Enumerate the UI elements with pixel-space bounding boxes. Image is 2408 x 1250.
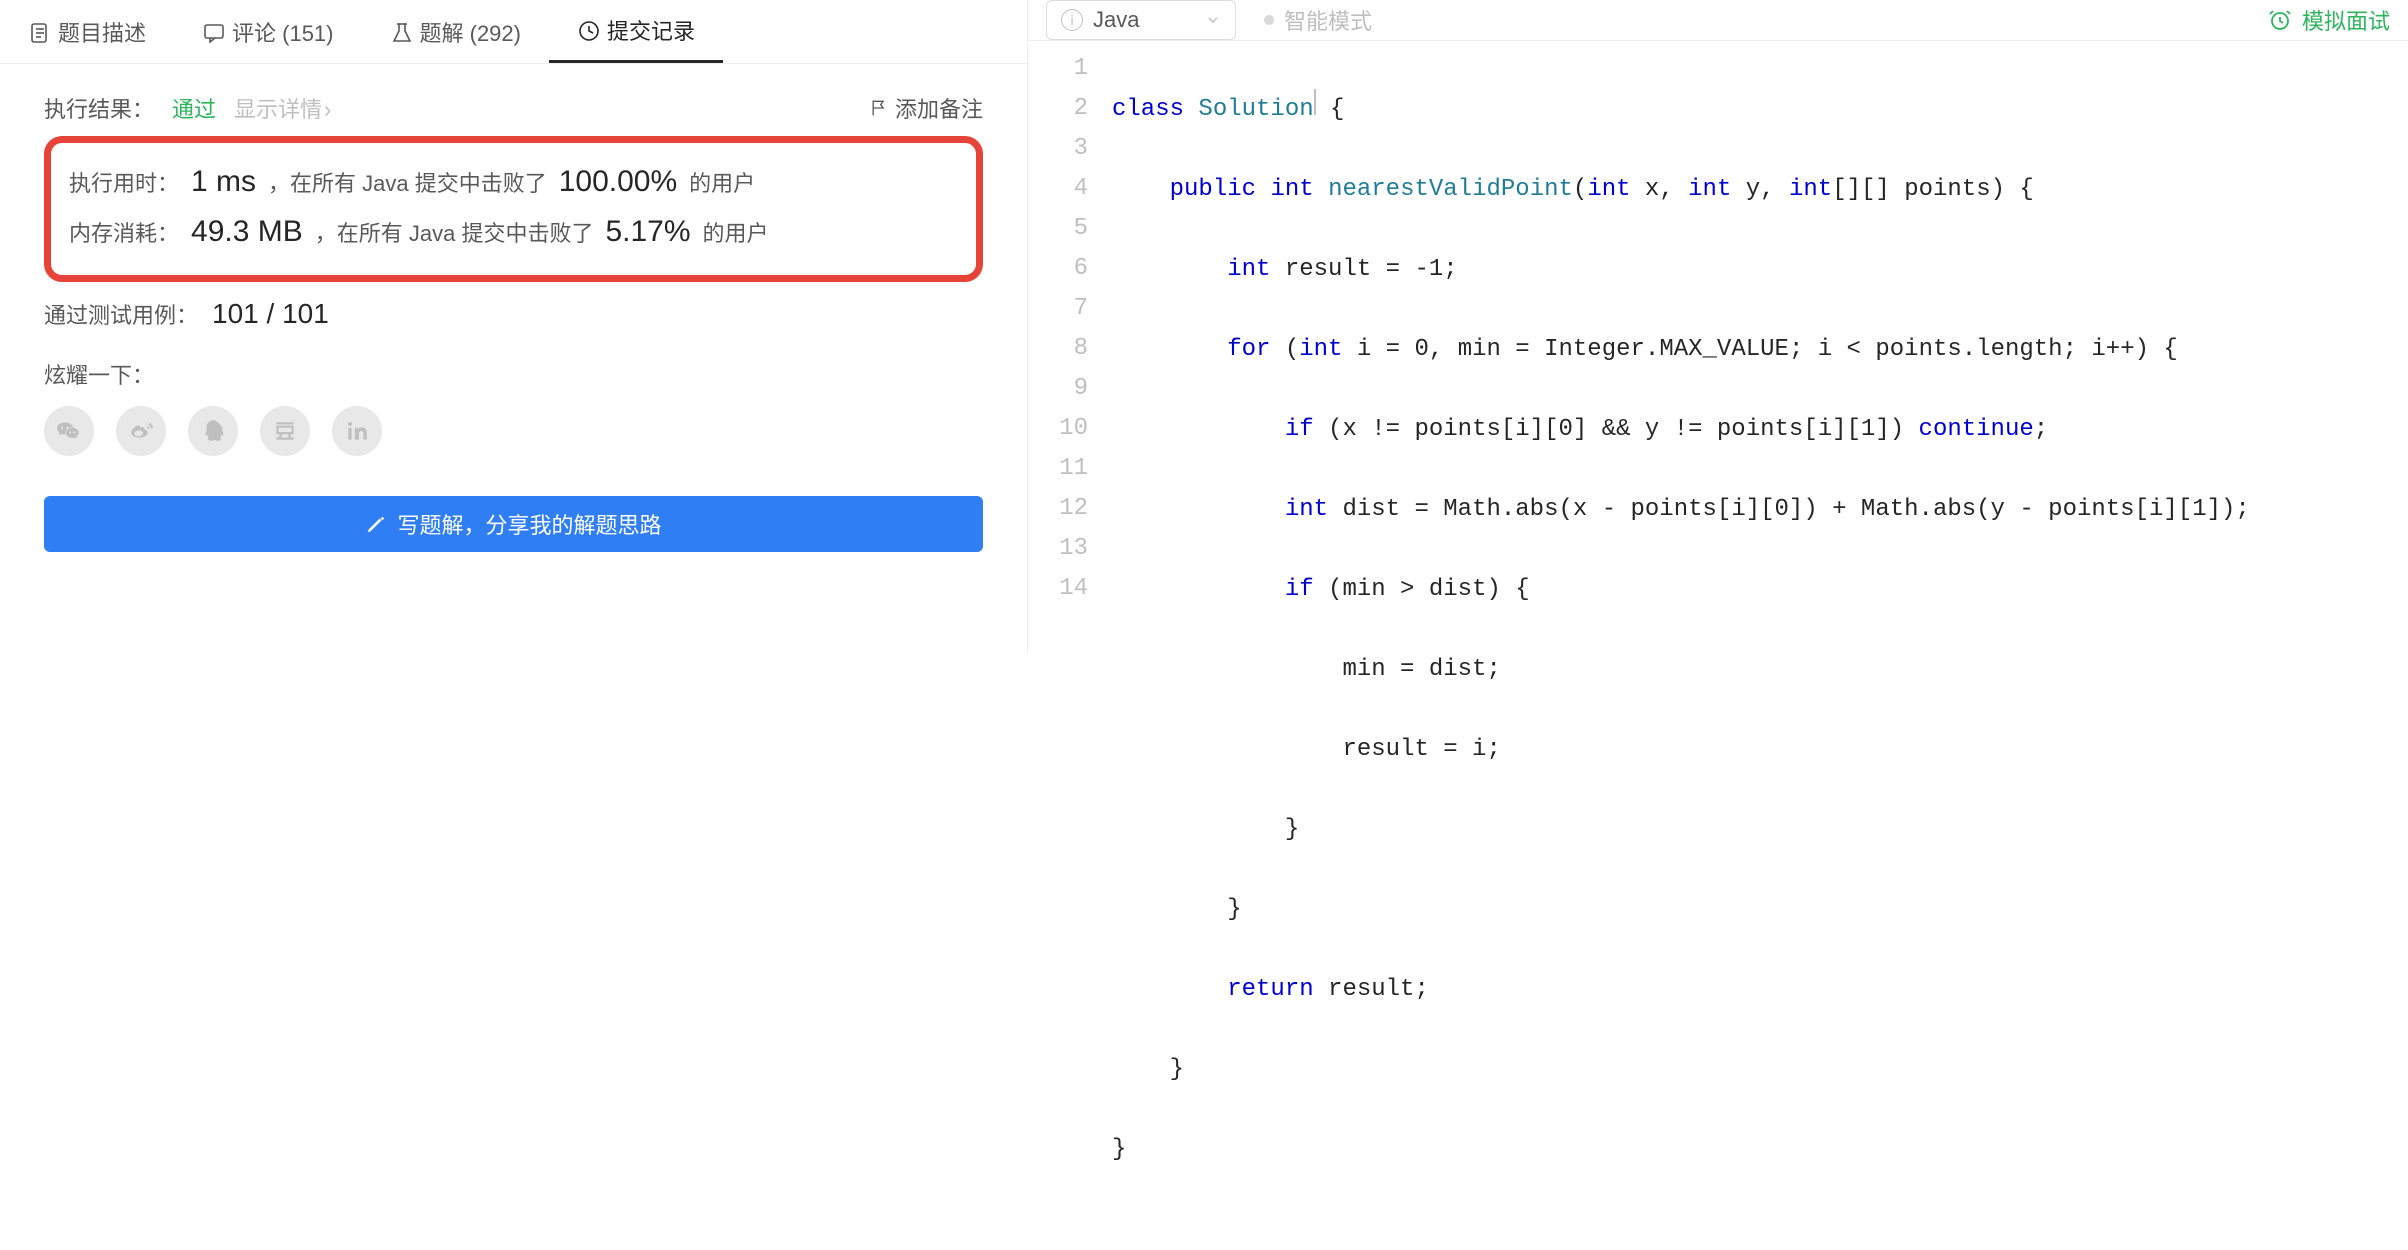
comment-icon <box>202 21 224 43</box>
flask-icon <box>390 21 412 43</box>
tab-submissions[interactable]: 提交记录 <box>549 0 723 63</box>
submission-result: 执行结果： 通过 显示详情› 添加备注 执行用时： 1 ms ，在所有 Java… <box>0 64 1027 654</box>
result-status: 通过 <box>172 92 216 124</box>
left-panel: 题目描述 评论 (151) 题解 (292) 提交记录 执行结果： 通过 显示详… <box>0 0 1028 654</box>
tab-description[interactable]: 题目描述 <box>0 0 174 63</box>
doc-icon <box>28 21 50 43</box>
tab-label: 题目描述 <box>58 16 146 48</box>
code-content[interactable]: class Solution { public int nearestValid… <box>1102 41 2408 1250</box>
code-editor[interactable]: 1234567891011121314 class Solution { pub… <box>1028 41 2408 1250</box>
add-note-button[interactable]: 添加备注 <box>869 92 983 124</box>
share-label: 炫耀一下： <box>44 358 983 390</box>
memory-value: 49.3 MB <box>191 215 303 249</box>
weibo-icon[interactable] <box>116 406 166 456</box>
wechat-icon[interactable] <box>44 406 94 456</box>
show-details-link[interactable]: 显示详情› <box>234 92 331 124</box>
test-cases-row: 通过测试用例： 101 / 101 <box>44 298 983 330</box>
tabs-bar: 题目描述 评论 (151) 题解 (292) 提交记录 <box>0 0 1027 64</box>
tab-label: 题解 (292) <box>420 16 521 48</box>
result-header: 执行结果： 通过 显示详情› 添加备注 <box>44 92 983 124</box>
tab-label: 提交记录 <box>607 14 695 46</box>
tab-label: 评论 (151) <box>232 16 333 48</box>
language-select[interactable]: i Java <box>1046 0 1236 40</box>
linkedin-icon[interactable] <box>332 406 382 456</box>
mock-interview-button[interactable]: 模拟面试 <box>2268 4 2390 36</box>
social-icons <box>44 406 983 456</box>
editor-header: i Java 智能模式 模拟面试 <box>1028 0 2408 41</box>
status-dot-icon <box>1264 15 1274 25</box>
write-solution-button[interactable]: 写题解，分享我的解题思路 <box>44 496 983 552</box>
language-label: Java <box>1093 7 1139 33</box>
right-panel: i Java 智能模式 模拟面试 1234567891011121314 cla… <box>1028 0 2408 654</box>
tab-solutions[interactable]: 题解 (292) <box>362 0 549 63</box>
qq-icon[interactable] <box>188 406 238 456</box>
chevron-down-icon <box>1205 12 1221 28</box>
pencil-icon <box>365 513 387 535</box>
line-gutter: 1234567891011121314 <box>1028 41 1102 1250</box>
result-label: 执行结果： <box>44 92 154 124</box>
history-icon <box>577 19 599 41</box>
memory-line: 内存消耗： 49.3 MB ，在所有 Java 提交中击败了 5.17% 的用户 <box>65 207 962 257</box>
douban-icon[interactable] <box>260 406 310 456</box>
smart-mode-toggle[interactable]: 智能模式 <box>1264 4 1372 36</box>
alarm-icon <box>2268 8 2292 32</box>
test-cases-value: 101 / 101 <box>212 298 329 330</box>
runtime-value: 1 ms <box>191 165 256 199</box>
info-icon: i <box>1061 9 1083 31</box>
stats-highlight-box: 执行用时： 1 ms ，在所有 Java 提交中击败了 100.00% 的用户 … <box>44 136 983 282</box>
tab-comments[interactable]: 评论 (151) <box>174 0 361 63</box>
runtime-line: 执行用时： 1 ms ，在所有 Java 提交中击败了 100.00% 的用户 <box>65 157 962 207</box>
memory-percent: 5.17% <box>605 215 690 249</box>
flag-icon <box>869 98 889 118</box>
runtime-percent: 100.00% <box>559 165 677 199</box>
